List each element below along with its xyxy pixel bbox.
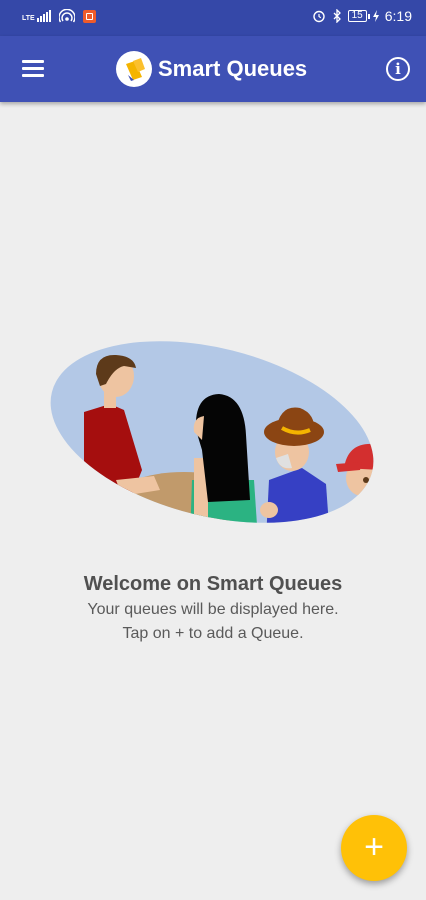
status-time: 6:19	[384, 8, 412, 24]
bluetooth-icon	[333, 9, 341, 23]
empty-state-line-1: Your queues will be displayed here.	[87, 601, 339, 618]
charging-icon	[372, 10, 379, 22]
app-bar: Smart Queues i	[0, 36, 426, 102]
network-type: LTE	[22, 15, 35, 22]
status-right: 15 6:19	[312, 8, 412, 24]
status-bar: LTE 15 6:19	[0, 0, 426, 36]
status-left: LTE	[22, 9, 96, 23]
app-title-group: Smart Queues	[116, 50, 307, 88]
empty-state-illustration	[50, 341, 380, 536]
alarm-icon	[312, 10, 325, 23]
info-icon[interactable]: i	[386, 57, 410, 81]
menu-icon[interactable]	[22, 60, 44, 78]
page-title: Smart Queues	[158, 56, 308, 81]
empty-state: Welcome on Smart Queues Your queues will…	[0, 570, 426, 646]
battery-icon: 15	[347, 10, 370, 22]
plus-icon: +	[364, 828, 384, 866]
app-notification-icon	[82, 9, 96, 23]
add-queue-button[interactable]: +	[341, 815, 407, 881]
lte-signal-icon: LTE	[22, 10, 51, 22]
app-logo	[116, 51, 152, 87]
hotspot-icon	[58, 9, 75, 23]
signal-bars-icon	[36, 10, 51, 22]
empty-state-title: Welcome on Smart Queues	[83, 573, 343, 595]
empty-state-line-2: Tap on + to add a Queue.	[122, 625, 304, 642]
